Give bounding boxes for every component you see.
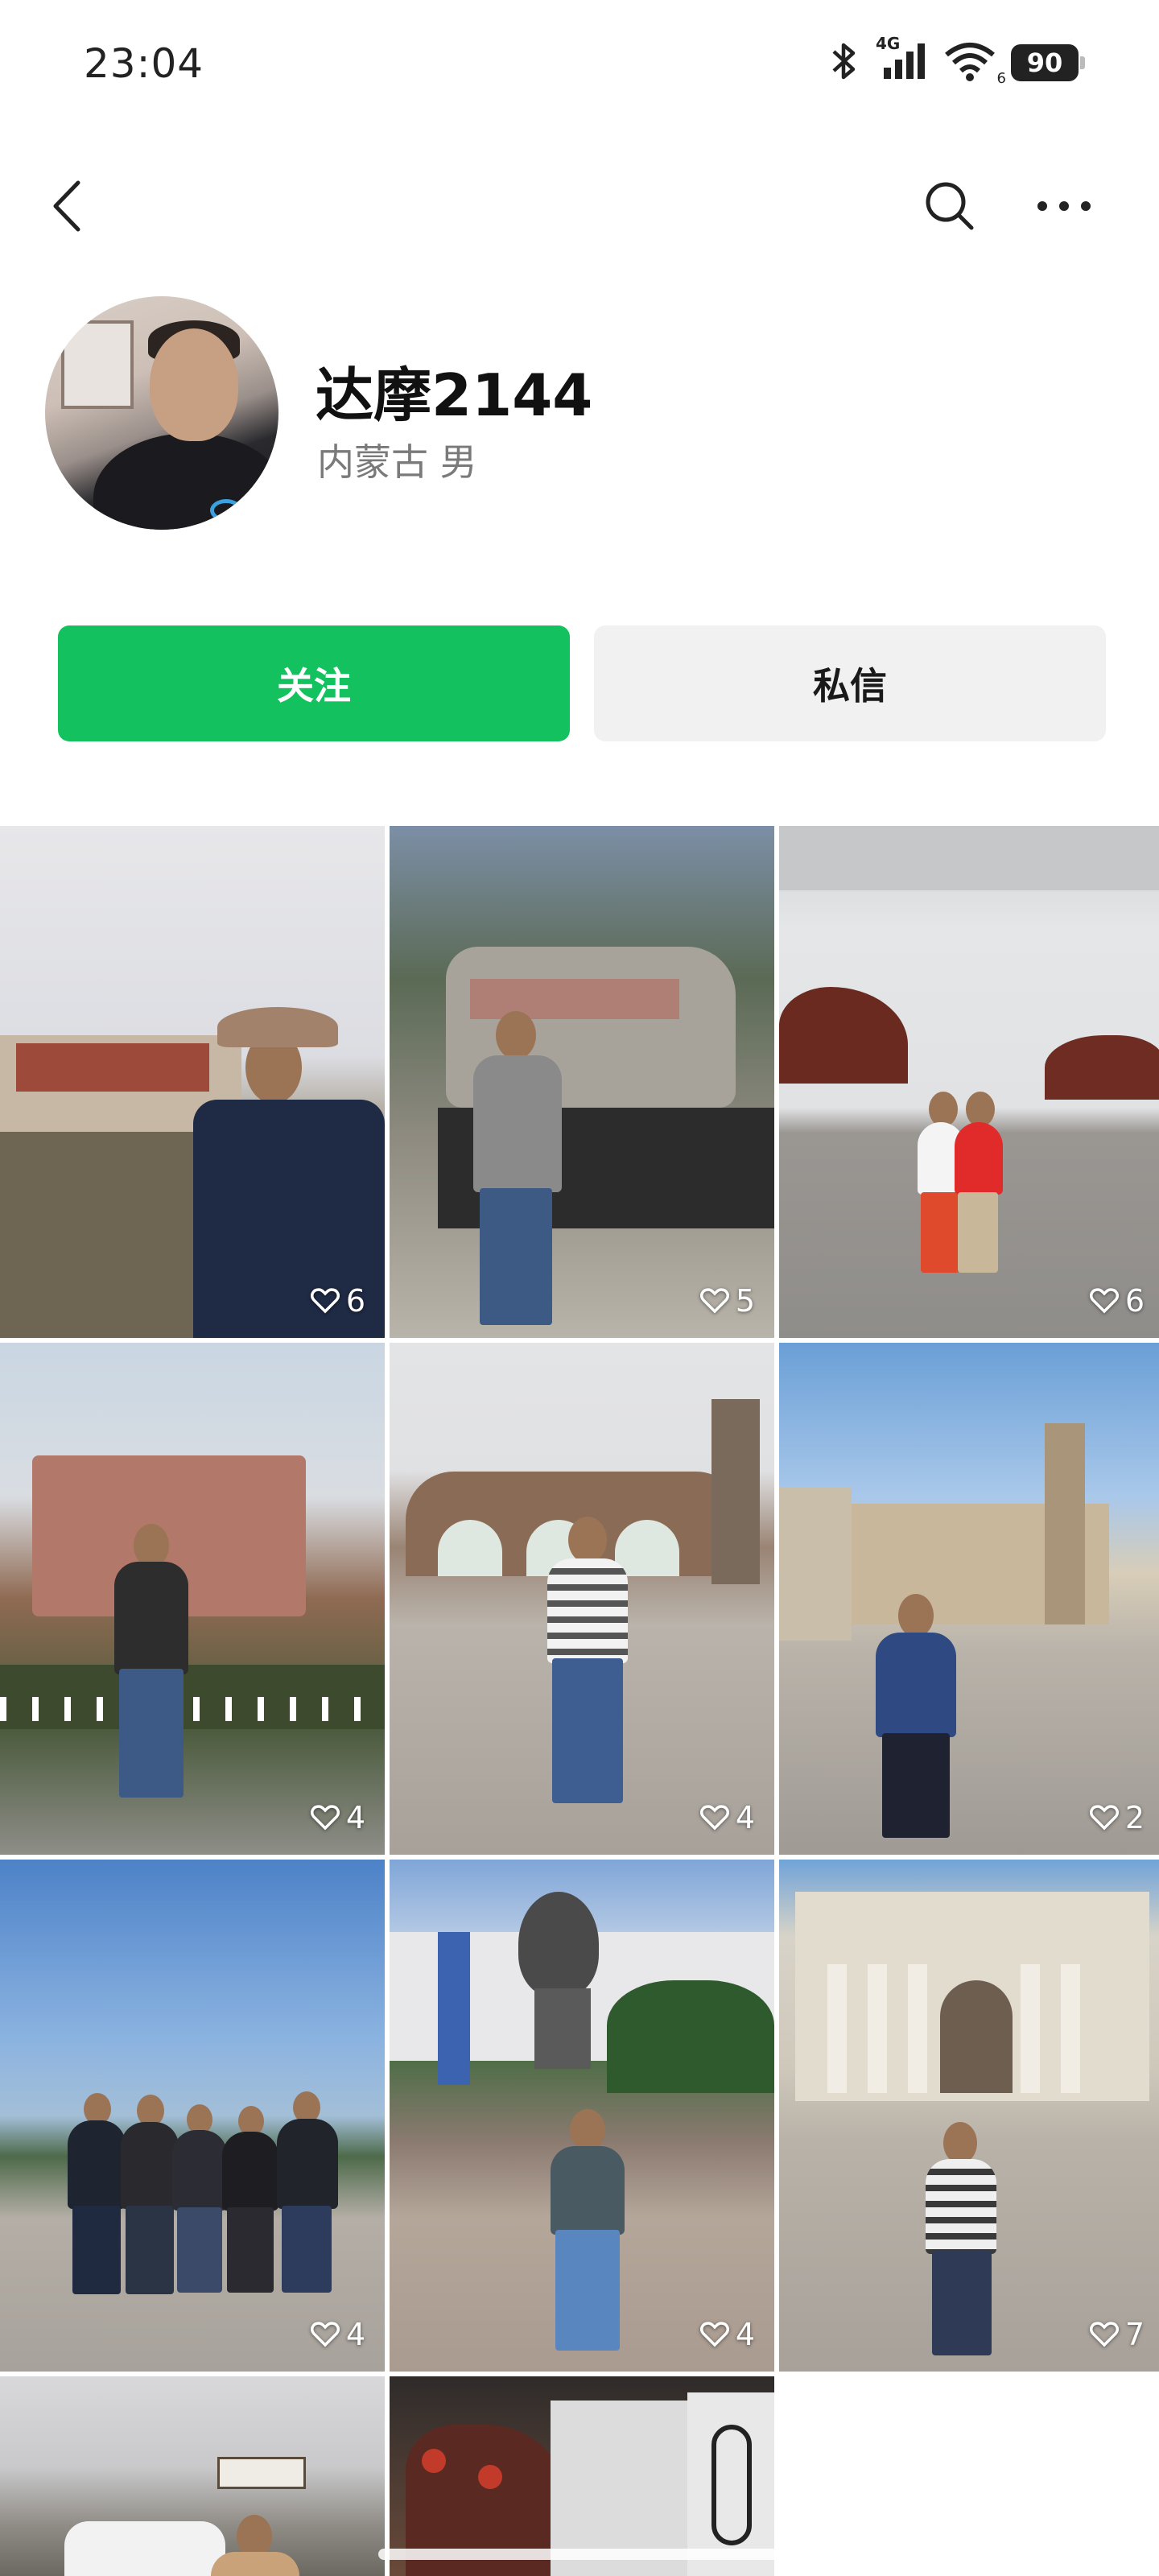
bluetooth-icon xyxy=(829,40,858,85)
post-thumbnail[interactable]: 2 xyxy=(779,1343,1159,1855)
heart-icon xyxy=(1089,1805,1119,1831)
more-horizontal-icon xyxy=(1037,201,1091,211)
profile-username: 达摩2144 xyxy=(316,361,593,429)
post-thumbnail[interactable]: 7 xyxy=(779,1860,1159,2372)
follow-button[interactable]: 关注 xyxy=(58,625,570,741)
like-count: 6 xyxy=(1089,1283,1145,1319)
search-button[interactable] xyxy=(918,174,982,238)
post-thumbnail[interactable]: 4 xyxy=(390,1343,774,1855)
battery-indicator: 90 xyxy=(1011,44,1085,81)
post-thumbnail[interactable] xyxy=(390,2376,774,2576)
like-count: 4 xyxy=(310,1800,365,1835)
post-thumbnail[interactable]: 6 xyxy=(0,826,385,1338)
status-icons: 4G 6 90 xyxy=(829,34,1085,87)
status-time: 23:04 xyxy=(84,40,204,87)
back-button[interactable] xyxy=(35,174,100,238)
heart-icon xyxy=(699,1288,729,1314)
cellular-signal-icon: 4G xyxy=(872,34,929,85)
profile-info: 内蒙古 男 xyxy=(317,440,477,484)
like-count: 2 xyxy=(1089,1800,1145,1835)
chevron-left-icon xyxy=(53,180,80,232)
top-nav-bar xyxy=(0,153,1159,258)
like-count: 7 xyxy=(1089,2317,1145,2352)
heart-icon xyxy=(1089,2322,1119,2347)
post-thumbnail[interactable]: 6 xyxy=(779,826,1159,1338)
like-count: 4 xyxy=(699,2317,755,2352)
post-thumbnail[interactable]: 4 xyxy=(0,1343,385,1855)
like-count: 4 xyxy=(699,1800,755,1835)
heart-icon xyxy=(310,1805,340,1831)
more-options-button[interactable] xyxy=(1032,174,1096,238)
heart-icon xyxy=(699,2322,729,2347)
like-count: 4 xyxy=(310,2317,365,2352)
message-button[interactable]: 私信 xyxy=(594,625,1106,741)
wifi-icon: 6 xyxy=(943,40,1006,87)
heart-icon xyxy=(310,2322,340,2347)
like-count: 5 xyxy=(699,1283,755,1319)
search-icon xyxy=(926,182,974,230)
like-count: 6 xyxy=(310,1283,365,1319)
post-thumbnail[interactable] xyxy=(0,2376,385,2576)
network-type-label: 4G xyxy=(876,34,901,53)
avatar[interactable] xyxy=(45,296,278,530)
heart-icon xyxy=(699,1805,729,1831)
status-bar: 23:04 4G 6 90 xyxy=(0,0,1159,137)
post-thumbnail[interactable]: 4 xyxy=(390,1860,774,2372)
home-indicator[interactable] xyxy=(378,2549,781,2560)
post-thumbnail[interactable]: 4 xyxy=(0,1860,385,2372)
wifi-sub-label: 6 xyxy=(996,70,1006,87)
battery-level: 90 xyxy=(1026,47,1063,78)
post-thumbnail[interactable]: 5 xyxy=(390,826,774,1338)
heart-icon xyxy=(1089,1288,1119,1314)
heart-icon xyxy=(310,1288,340,1314)
